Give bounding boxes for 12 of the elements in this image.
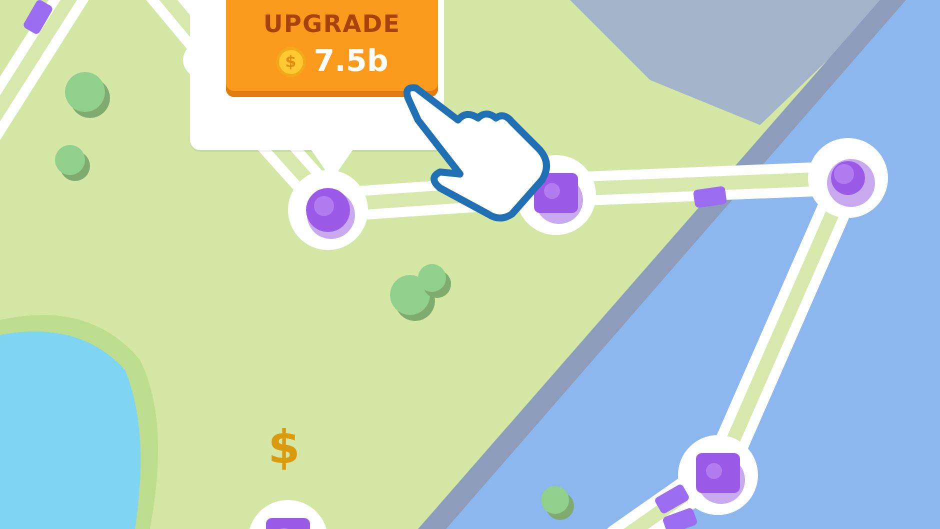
- tree: [418, 264, 451, 298]
- coin-icon: $: [276, 46, 306, 76]
- station-node[interactable]: [678, 435, 758, 515]
- tree: [65, 72, 110, 118]
- upgrade-button[interactable]: UPGRADE $ 7.5b: [226, 0, 438, 97]
- tree: [541, 486, 574, 520]
- dollar-reward: $: [268, 420, 300, 474]
- tree: [55, 145, 90, 181]
- car: [692, 186, 728, 208]
- station-node[interactable]: [808, 138, 888, 218]
- station-node[interactable]: [288, 170, 368, 250]
- station-node[interactable]: [248, 500, 328, 529]
